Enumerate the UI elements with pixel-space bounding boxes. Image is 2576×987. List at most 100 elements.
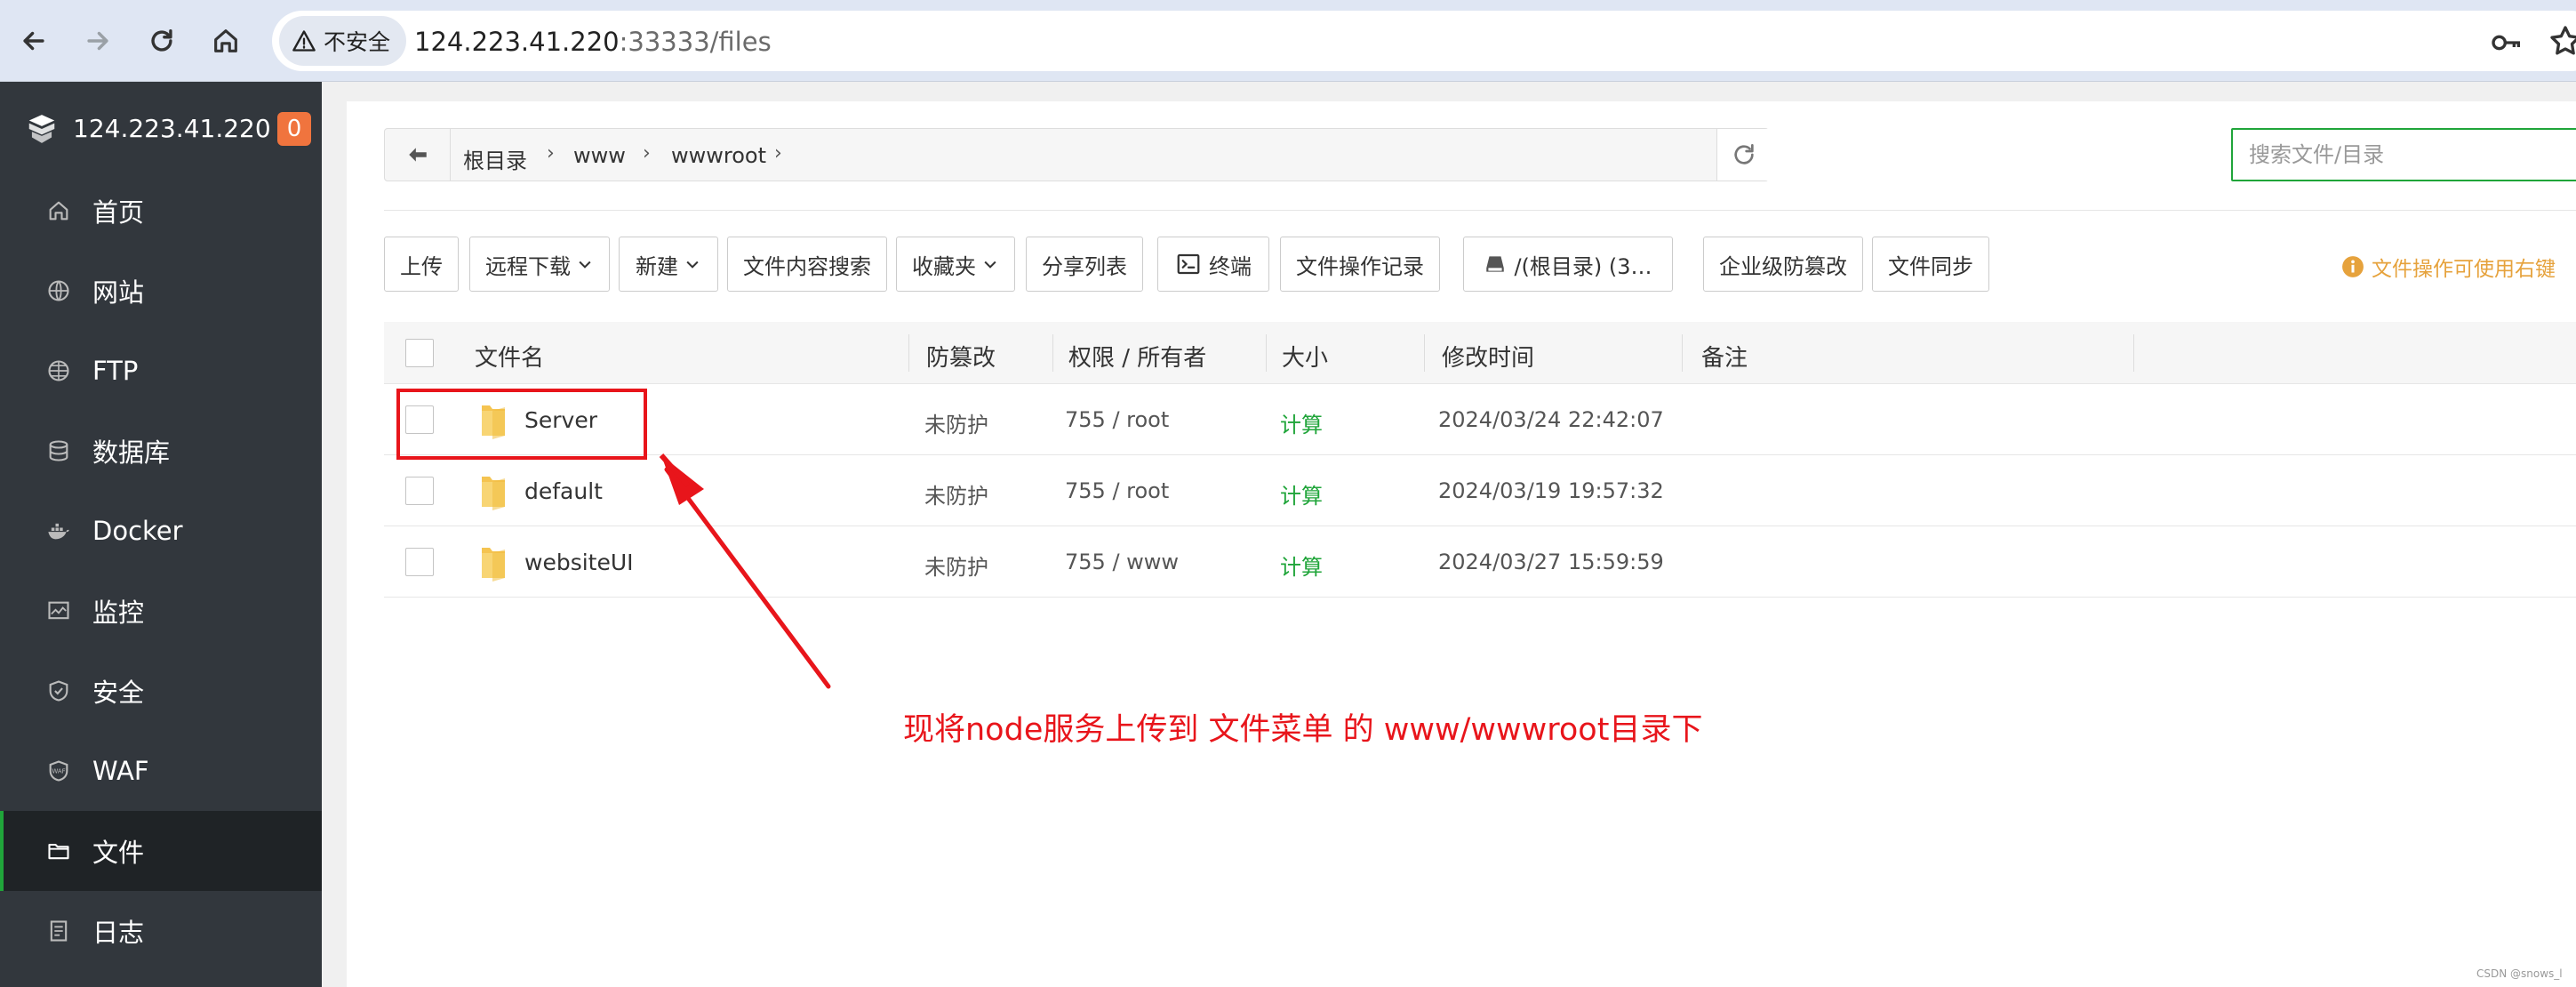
sidebar-item-1[interactable]: 网站 (0, 251, 322, 331)
sidebar-item-label: 首页 (92, 197, 145, 228)
disk-icon (1486, 256, 1505, 272)
row-checkbox[interactable] (405, 548, 434, 576)
sidebar-item-5[interactable]: 监控 (0, 571, 322, 651)
size-calculate-link[interactable]: 计算 (1280, 550, 1323, 581)
column-divider (908, 334, 909, 372)
security-chip[interactable]: 不安全 (279, 16, 407, 66)
chevron-down-icon (579, 261, 591, 269)
permission-owner[interactable]: 755 / root (1065, 407, 1169, 432)
disk-root-button[interactable]: /(根目录) (3… (1463, 237, 1673, 292)
right-click-hint-text: 文件操作可使用右键 (2372, 258, 2556, 281)
sidebar-item-7[interactable]: WAF WAF (0, 731, 322, 811)
right-click-hint: 文件操作可使用右键 (2341, 252, 2556, 282)
folder-icon (482, 548, 505, 582)
sidebar-item-label: 数据库 (92, 437, 171, 468)
size-calculate-link[interactable]: 计算 (1280, 478, 1323, 510)
docker-icon (48, 523, 69, 540)
breadcrumb-wwwroot[interactable]: wwwroot (671, 143, 766, 168)
col-header-note: 备注 (1701, 345, 1748, 372)
permission-owner[interactable]: 755 / www (1065, 550, 1179, 574)
breadcrumb-www[interactable]: www (573, 143, 626, 168)
shield-icon (49, 680, 68, 702)
upload-button[interactable]: 上传 (384, 237, 459, 292)
chevron-down-icon (984, 261, 996, 269)
operation-log-button[interactable]: 文件操作记录 (1280, 237, 1440, 292)
remote-download-label: 远程下载 (485, 253, 571, 279)
content-search-label: 文件内容搜索 (743, 253, 871, 279)
chevron-down-icon (686, 261, 699, 269)
monitor-icon (48, 601, 69, 620)
protect-status[interactable]: 未防护 (924, 407, 988, 438)
server-ip: 124.223.41.220 (73, 114, 271, 143)
file-search-input[interactable] (2231, 128, 2576, 181)
sidebar-item-label: Docker (92, 516, 183, 546)
sidebar-item-0[interactable]: 首页 (0, 171, 322, 251)
tamper-protect-button[interactable]: 企业级防篡改 (1703, 237, 1863, 292)
file-sync-button[interactable]: 文件同步 (1872, 237, 1989, 292)
select-all-checkbox[interactable] (405, 339, 434, 367)
waf-icon: WAF (49, 760, 68, 782)
message-count-badge[interactable]: 0 (277, 112, 311, 146)
log-icon (50, 920, 68, 942)
col-header-protect: 防篡改 (926, 345, 996, 372)
svg-text:WAF: WAF (52, 767, 65, 774)
protect-status[interactable]: 未防护 (924, 478, 988, 510)
sidebar-item-3[interactable]: 数据库 (0, 411, 322, 491)
new-button[interactable]: 新建 (619, 237, 718, 292)
content-search-button[interactable]: 文件内容搜索 (727, 237, 887, 292)
refresh-icon (1733, 144, 1754, 164)
ftp-globe-icon (48, 360, 69, 381)
url-path: :33333/files (619, 27, 772, 57)
sidebar-item-4[interactable]: Docker (0, 491, 322, 571)
globe-icon (48, 280, 69, 301)
sidebar-item-label: 文件 (92, 838, 145, 868)
row-checkbox[interactable] (405, 477, 434, 505)
annotation-text: 现将node服务上传到 文件菜单 的 www/wwwroot目录下 (903, 712, 1703, 748)
url-text[interactable]: 124.223.41.220:33333/files (414, 27, 772, 57)
warning-icon (292, 30, 316, 52)
home-icon[interactable] (203, 18, 249, 64)
folder-icon (482, 477, 505, 510)
column-divider (1682, 334, 1683, 372)
terminal-button[interactable]: 终端 (1157, 237, 1269, 292)
file-name[interactable]: default (524, 478, 603, 504)
breadcrumb-root[interactable]: 根目录 (463, 143, 527, 174)
back-icon[interactable] (11, 18, 57, 64)
col-header-name[interactable]: 文件名 (475, 340, 544, 373)
col-header-mtime[interactable]: 修改时间 (1442, 340, 1534, 373)
highlight-box (396, 389, 647, 460)
size-calculate-link[interactable]: 计算 (1280, 407, 1323, 438)
file-name[interactable]: websiteUI (524, 550, 634, 575)
terminal-label: 终端 (1209, 253, 1252, 279)
column-divider (1266, 334, 1267, 372)
sidebar-item-2[interactable]: FTP (0, 331, 322, 411)
sidebar-item-6[interactable]: 安全 (0, 651, 322, 731)
favorites-button[interactable]: 收藏夹 (896, 237, 1015, 292)
sidebar-item-9[interactable]: 日志 (0, 891, 322, 971)
forward-icon[interactable] (75, 18, 121, 64)
protect-status[interactable]: 未防护 (924, 550, 988, 581)
arrow-left-icon (408, 148, 427, 162)
path-refresh-button[interactable] (1716, 129, 1770, 181)
permission-owner[interactable]: 755 / root (1065, 478, 1169, 503)
database-icon (49, 440, 68, 461)
share-list-label: 分享列表 (1042, 253, 1127, 279)
sidebar-item-label: FTP (92, 356, 139, 386)
key-icon[interactable] (2489, 25, 2524, 60)
share-list-button[interactable]: 分享列表 (1026, 237, 1143, 292)
path-back-button[interactable] (385, 129, 451, 181)
col-header-size[interactable]: 大小 (1282, 340, 1328, 373)
modified-time: 2024/03/27 15:59:59 (1438, 550, 1664, 574)
modified-time: 2024/03/19 19:57:32 (1438, 478, 1664, 503)
favorites-label: 收藏夹 (912, 253, 976, 279)
reload-icon[interactable] (139, 18, 185, 64)
server-header[interactable]: 124.223.41.220 0 (0, 82, 322, 174)
star-icon[interactable] (2548, 23, 2576, 59)
breadcrumb-separator: › (643, 142, 651, 164)
operation-log-label: 文件操作记录 (1296, 253, 1424, 279)
sidebar-item-label: 安全 (92, 678, 145, 708)
folder-icon (48, 843, 69, 860)
annotation-arrow (659, 453, 831, 689)
remote-download-button[interactable]: 远程下载 (469, 237, 610, 292)
sidebar-item-8[interactable]: 文件 (0, 811, 322, 891)
